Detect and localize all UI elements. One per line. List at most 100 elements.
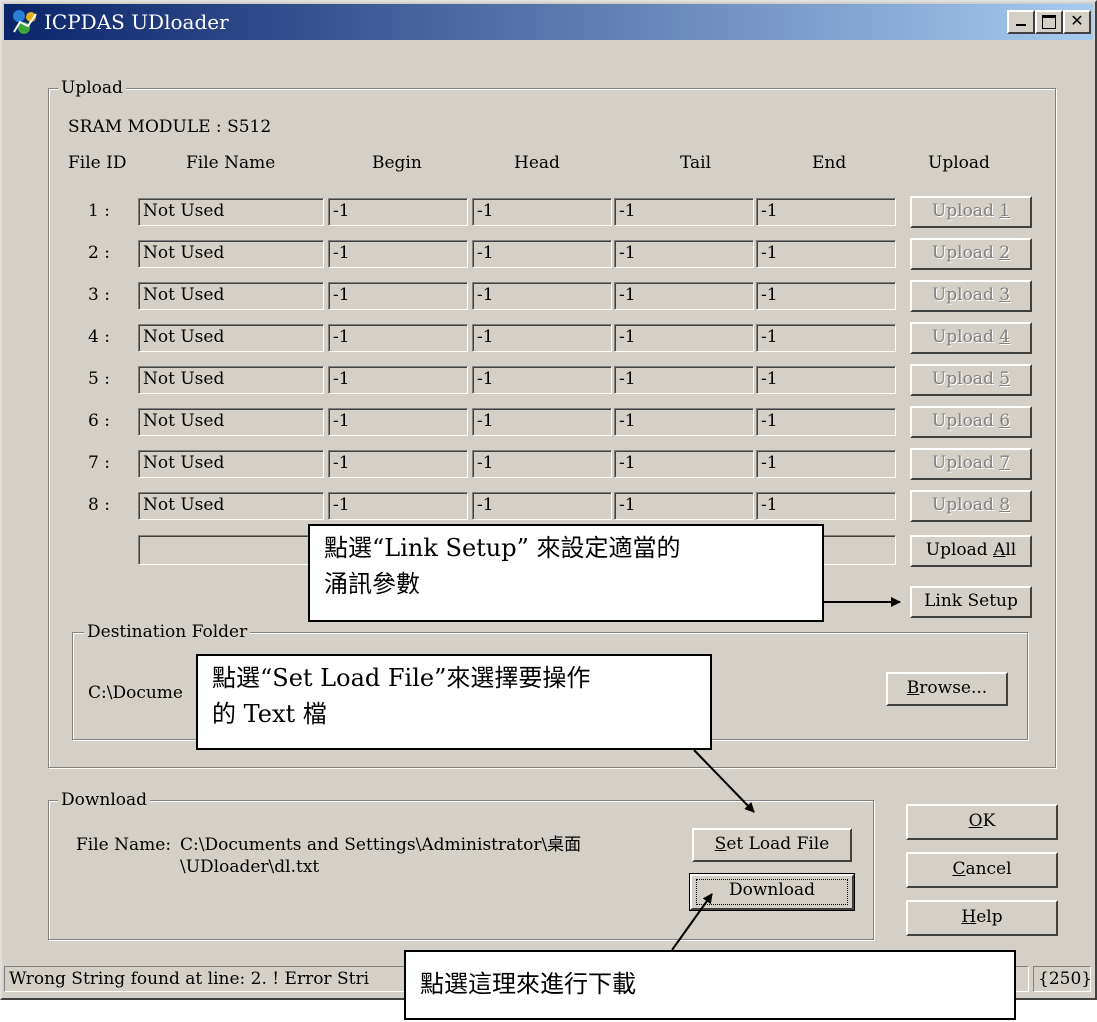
upload-all-label: Upload [925,540,994,560]
field-begin: -1 [328,492,468,520]
field-name: Not Used [138,198,324,226]
upload-2-button[interactable]: Upload 2 [910,238,1032,270]
field-begin: -1 [328,408,468,436]
status-count-text: {250} [1038,969,1091,989]
upload-5-button[interactable]: Upload 5 [910,364,1032,396]
field-begin: -1 [328,282,468,310]
file-id: 3 : [88,285,110,305]
upload-button-key: 1 [999,201,1011,221]
field-begin: -1 [328,450,468,478]
file-name-label: File Name: [76,835,172,855]
upload-1-button[interactable]: Upload 1 [910,196,1032,228]
header-end: End [812,153,847,173]
field-name: Not Used [138,408,324,436]
header-file-id: File ID [68,153,127,173]
field-end: -1 [756,492,896,520]
maximize-icon [1042,15,1056,29]
upload-button-key: 3 [999,285,1011,305]
help-button[interactable]: Help [906,900,1058,936]
upload-7-button[interactable]: Upload 7 [910,448,1032,480]
cancel-button[interactable]: Cancel [906,852,1058,888]
field-tail: -1 [614,450,754,478]
field-tail: -1 [614,198,754,226]
header-begin: Begin [372,153,422,173]
file-id: 1 : [88,201,110,221]
upload-3-button[interactable]: Upload 3 [910,280,1032,312]
file-id: 6 : [88,411,110,431]
upload-button-label: Upload [931,243,1000,263]
file-id: 8 : [88,495,110,515]
upload-button-label: Upload [931,201,1000,221]
udloader-window: ICPDAS UDloader ✕ Upload SRAM MODULE : S… [0,0,1097,1000]
upload-button-label: Upload [931,327,1000,347]
upload-button-key: 6 [999,411,1011,431]
header-head: Head [514,153,560,173]
field-head: -1 [472,492,612,520]
upload-button-key: 2 [999,243,1011,263]
link-setup-button[interactable]: Link Setup [910,586,1032,618]
field-end: -1 [756,282,896,310]
focus-rect [696,879,848,905]
upload-6-button[interactable]: Upload 6 [910,406,1032,438]
header-upload: Upload [928,153,990,173]
destination-folder-label: Destination Folder [84,622,251,642]
header-tail: Tail [680,153,712,173]
minimize-button[interactable] [1007,10,1035,34]
callout-set-load-file: 點選“Set Load File”來選擇要操作 的 Text 檔 [196,654,712,750]
field-tail: -1 [614,282,754,310]
upload-button-label: Upload [931,285,1000,305]
field-end: -1 [756,408,896,436]
upload-8-button[interactable]: Upload 8 [910,490,1032,522]
field-tail: -1 [614,492,754,520]
field-begin: -1 [328,240,468,268]
callout-download: 點選這理來進行下載 [404,950,1016,1020]
field-name: Not Used [138,282,324,310]
minimize-icon [1016,24,1026,26]
field-name: Not Used [138,450,324,478]
field-head: -1 [472,450,612,478]
field-head: -1 [472,408,612,436]
browse-key: B [906,678,920,698]
upload-all-label-rest: ll [1005,540,1017,560]
download-button[interactable]: Download [689,873,855,911]
upload-all-button[interactable]: Upload All [910,535,1032,567]
set-load-file-button[interactable]: Set Load File [692,828,852,862]
download-group [48,800,874,940]
upload-group-label: Upload [58,78,126,98]
upload-button-key: 8 [999,495,1011,515]
field-name: Not Used [138,240,324,268]
download-group-label: Download [58,790,151,810]
ok-button[interactable]: OK [906,804,1058,840]
field-end: -1 [756,366,896,394]
callout-link-setup-line2: 涌訊參數 [324,570,420,598]
status-message-text: Wrong String found at line: 2. ! Error S… [9,969,370,989]
destination-path: C:\Docume [88,683,183,703]
upload-4-button[interactable]: Upload 4 [910,322,1032,354]
title-bar[interactable]: ICPDAS UDloader ✕ [4,4,1093,40]
field-tail: -1 [614,240,754,268]
file-path-line2: \UDloader\dl.txt [180,857,320,877]
close-icon: ✕ [1070,11,1084,30]
callout-link-setup: 點選“Link Setup” 來設定適當的 涌訊參數 [308,524,824,622]
file-id: 4 : [88,327,110,347]
upload-button-label: Upload [931,453,1000,473]
field-head: -1 [472,324,612,352]
cancel-label: ancel [965,859,1012,879]
field-begin: -1 [328,324,468,352]
field-end: -1 [756,198,896,226]
field-begin: -1 [328,198,468,226]
upload-button-label: Upload [931,495,1000,515]
status-count: {250} [1033,966,1091,992]
field-end: -1 [756,450,896,478]
ok-label: K [982,811,996,831]
file-id: 2 : [88,243,110,263]
maximize-button[interactable] [1035,10,1063,34]
field-name: Not Used [138,324,324,352]
header-file-name: File Name [186,153,276,173]
window-title: ICPDAS UDloader [44,10,229,34]
close-button[interactable]: ✕ [1063,10,1091,34]
help-key: H [961,907,977,927]
ok-key: O [968,811,983,831]
field-end: -1 [756,324,896,352]
browse-button[interactable]: Browse... [886,672,1008,706]
